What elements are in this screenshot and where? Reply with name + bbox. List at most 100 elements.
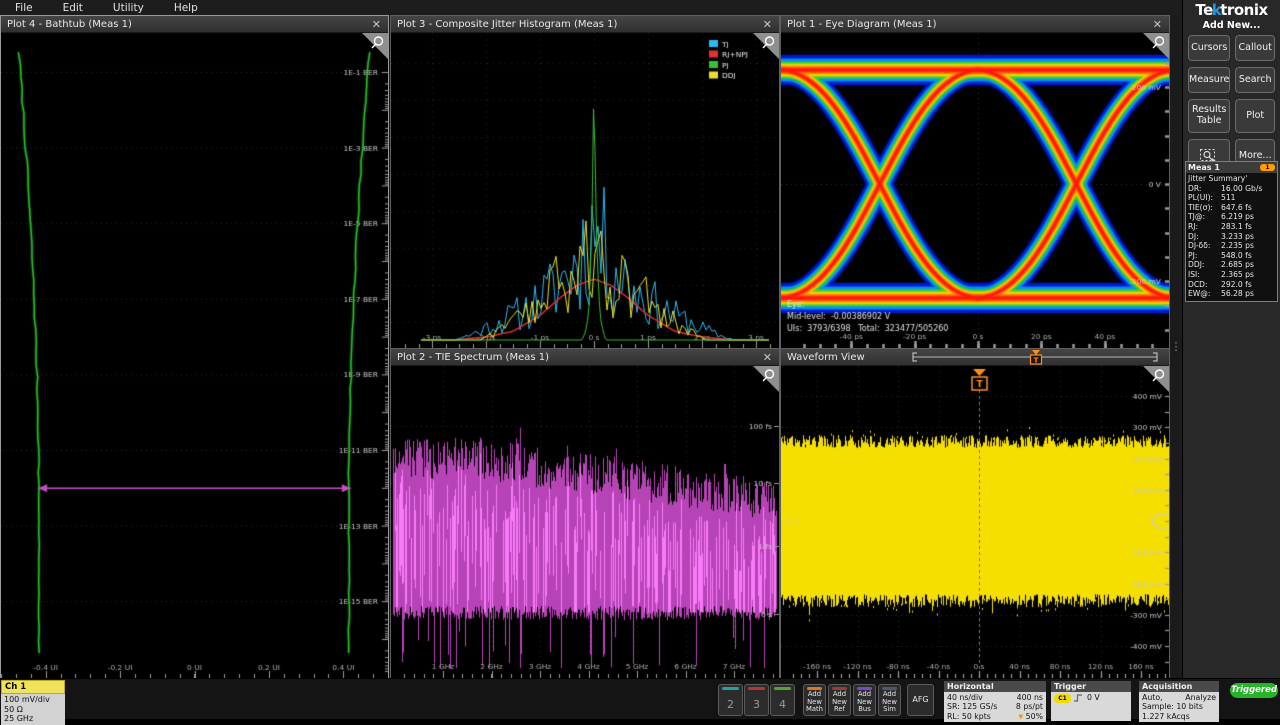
plot1-close-icon[interactable]: ✕ bbox=[1146, 18, 1169, 31]
meas1-header[interactable]: Meas 1 1 bbox=[1186, 162, 1277, 173]
tie-zoom-corner-icon[interactable] bbox=[753, 366, 779, 392]
meas-label: DJ-δδ: bbox=[1188, 241, 1221, 251]
rising-edge-icon bbox=[1073, 693, 1084, 703]
plot1-title: Plot 1 - Eye Diagram (Meas 1) bbox=[781, 19, 1146, 30]
plot3-header[interactable]: Plot 3 - Composite Jitter Histogram (Mea… bbox=[391, 16, 779, 33]
plot1-header[interactable]: Plot 1 - Eye Diagram (Meas 1) ✕ bbox=[781, 16, 1169, 33]
sidebar-button-search[interactable]: Search bbox=[1235, 67, 1275, 93]
waveform-view-window: Waveform View T bbox=[780, 348, 1170, 678]
horizontal-row: RL: 50 kpts▼ 50% bbox=[947, 712, 1043, 722]
add-new-math-button[interactable]: AddNewMath bbox=[803, 684, 826, 716]
meas-label: TJ@: bbox=[1188, 212, 1221, 222]
meas1-badge: 1 bbox=[1260, 164, 1275, 171]
acquisition-title: Acquisition bbox=[1139, 681, 1219, 692]
acquisition-settings: Auto,Analyze Sample: 10 bits1.227 kAcqs bbox=[1139, 692, 1219, 722]
bathtub-canvas[interactable] bbox=[1, 33, 388, 678]
channel-color-stripe bbox=[774, 687, 791, 690]
waveform-title: Waveform View bbox=[781, 352, 909, 363]
sidebar-button-results-table[interactable]: Results Table bbox=[1188, 99, 1230, 133]
plot2-title: Plot 2 - TIE Spectrum (Meas 1) bbox=[391, 352, 756, 363]
menu-item-file[interactable]: File bbox=[0, 2, 48, 14]
oscilloscope-app: FileEditUtilityHelp Plot 4 - Bathtub (Me… bbox=[0, 0, 1280, 719]
meas-label: PJ: bbox=[1188, 251, 1221, 261]
meas1-row: DJ-δδ:2.235 ps bbox=[1188, 241, 1275, 251]
horizontal-settings: 40 ns/div400 nsSR: 125 GS/s8 ps/ptRL: 50… bbox=[944, 692, 1046, 722]
histogram-zoom-corner-icon[interactable] bbox=[753, 33, 779, 59]
plot3-title: Plot 3 - Composite Jitter Histogram (Mea… bbox=[391, 19, 756, 30]
channel-color-stripe bbox=[722, 687, 739, 690]
channel-color-stripe bbox=[748, 687, 765, 690]
meas1-row: DJ:3.233 ps bbox=[1188, 232, 1275, 242]
acquisition-panel[interactable]: Acquisition Auto,Analyze Sample: 10 bits… bbox=[1139, 681, 1219, 722]
meas-label: PL(UI): bbox=[1188, 193, 1221, 203]
waveform-canvas[interactable] bbox=[781, 366, 1169, 678]
add-new-ref-button[interactable]: AddNewRef bbox=[828, 684, 851, 716]
tie-canvas[interactable] bbox=[391, 366, 779, 678]
plot3-close-icon[interactable]: ✕ bbox=[756, 18, 779, 31]
meas1-subtitle: Jitter Summary' bbox=[1188, 174, 1275, 184]
triggered-status-badge: Triggered bbox=[1230, 683, 1278, 698]
menu-item-help[interactable]: Help bbox=[159, 2, 213, 14]
meas-value: 283.1 fs bbox=[1221, 222, 1252, 232]
horizontal-row: 40 ns/div400 ns bbox=[947, 693, 1043, 702]
eye-zoom-corner-icon[interactable] bbox=[1143, 33, 1169, 59]
channel2-button[interactable]: 2 bbox=[718, 684, 743, 716]
meas-label: DDJ: bbox=[1188, 260, 1221, 270]
panel-resize-handle[interactable]: ⋮ bbox=[1170, 15, 1182, 678]
meas-value: 16.00 Gb/s bbox=[1221, 184, 1262, 194]
eye-canvas[interactable] bbox=[781, 33, 1169, 348]
meas-label: ISI: bbox=[1188, 270, 1221, 280]
meas-label: DR: bbox=[1188, 184, 1221, 194]
horizontal-title: Horizontal bbox=[944, 681, 1046, 692]
meas-label: TIE(σ): bbox=[1188, 203, 1221, 213]
plot4-title: Plot 4 - Bathtub (Meas 1) bbox=[1, 19, 365, 30]
meas1-body: Jitter Summary' DR:16.00 Gb/sPL(UI):511T… bbox=[1186, 173, 1277, 301]
meas1-row: EW@:56.28 ps bbox=[1188, 289, 1275, 299]
channel1-badge[interactable]: Ch 1 100 mV/div50 Ω25 GHz bbox=[1, 680, 65, 725]
trigger-title: Trigger bbox=[1051, 681, 1131, 692]
bottom-bar: Ch 1 100 mV/div50 Ω25 GHz 234 AddNewMath… bbox=[0, 678, 1280, 719]
meas-value: 3.233 ps bbox=[1221, 232, 1254, 242]
plot-bathtub-window: Plot 4 - Bathtub (Meas 1) ✕ bbox=[0, 15, 389, 678]
horizontal-row: SR: 125 GS/s8 ps/pt bbox=[947, 702, 1043, 711]
meas1-row: DDJ:2.685 ps bbox=[1188, 260, 1275, 270]
plot2-header[interactable]: Plot 2 - TIE Spectrum (Meas 1) ✕ bbox=[391, 349, 779, 366]
sidebar-button-plot[interactable]: Plot bbox=[1235, 99, 1275, 133]
waveform-navigator[interactable]: T bbox=[909, 349, 1169, 365]
add-new-sim-button[interactable]: AddNewSim bbox=[878, 684, 901, 716]
add-new-bus-button[interactable]: AddNewBus bbox=[853, 684, 876, 716]
meas1-results-panel[interactable]: Meas 1 1 Jitter Summary' DR:16.00 Gb/sPL… bbox=[1185, 161, 1278, 302]
meas-value: 647.6 fs bbox=[1221, 203, 1252, 213]
channel1-settings: 100 mV/div50 Ω25 GHz bbox=[1, 694, 65, 725]
waveform-header[interactable]: Waveform View T bbox=[781, 349, 1169, 366]
sidebar-button-cursors[interactable]: Cursors bbox=[1188, 35, 1230, 61]
sidebar-button-callout[interactable]: Callout bbox=[1235, 35, 1275, 61]
channel4-button[interactable]: 4 bbox=[770, 684, 795, 716]
right-sidebar: Tektronix Add New... CursorsCalloutMeasu… bbox=[1182, 0, 1280, 678]
meas-value: 292.0 fs bbox=[1221, 280, 1252, 290]
meas1-row: RJ:283.1 fs bbox=[1188, 222, 1275, 232]
plot4-close-icon[interactable]: ✕ bbox=[365, 18, 388, 31]
horizontal-panel[interactable]: Horizontal 40 ns/div400 nsSR: 125 GS/s8 … bbox=[944, 681, 1046, 722]
menu-item-edit[interactable]: Edit bbox=[48, 2, 98, 14]
histogram-canvas[interactable] bbox=[391, 33, 779, 348]
waveform-zoom-corner-icon[interactable] bbox=[1143, 366, 1169, 392]
plot2-close-icon[interactable]: ✕ bbox=[756, 351, 779, 364]
sidebar-button-measure[interactable]: Measure bbox=[1188, 67, 1230, 93]
acq-analyze: Analyze bbox=[1185, 693, 1216, 702]
meas1-row: DCD:292.0 fs bbox=[1188, 280, 1275, 290]
afg-button[interactable]: AFG bbox=[907, 684, 934, 716]
trigger-settings: C1 0 V bbox=[1051, 692, 1131, 721]
acquisition-row: 1.227 kAcqs bbox=[1142, 712, 1216, 721]
acq-mode: Auto, bbox=[1142, 693, 1163, 702]
plot4-header[interactable]: Plot 4 - Bathtub (Meas 1) ✕ bbox=[1, 16, 388, 33]
channel3-button[interactable]: 3 bbox=[744, 684, 769, 716]
meas-value: 2.365 ps bbox=[1221, 270, 1254, 280]
bathtub-zoom-corner-icon[interactable] bbox=[362, 33, 388, 59]
trigger-panel[interactable]: Trigger C1 0 V bbox=[1051, 681, 1131, 721]
meas1-row: PJ:548.0 fs bbox=[1188, 251, 1275, 261]
menu-item-utility[interactable]: Utility bbox=[98, 2, 159, 14]
meas-label: EW@: bbox=[1188, 289, 1221, 299]
meas-value: 6.219 ps bbox=[1221, 212, 1254, 222]
tektronix-logo: Tektronix bbox=[1183, 1, 1280, 19]
